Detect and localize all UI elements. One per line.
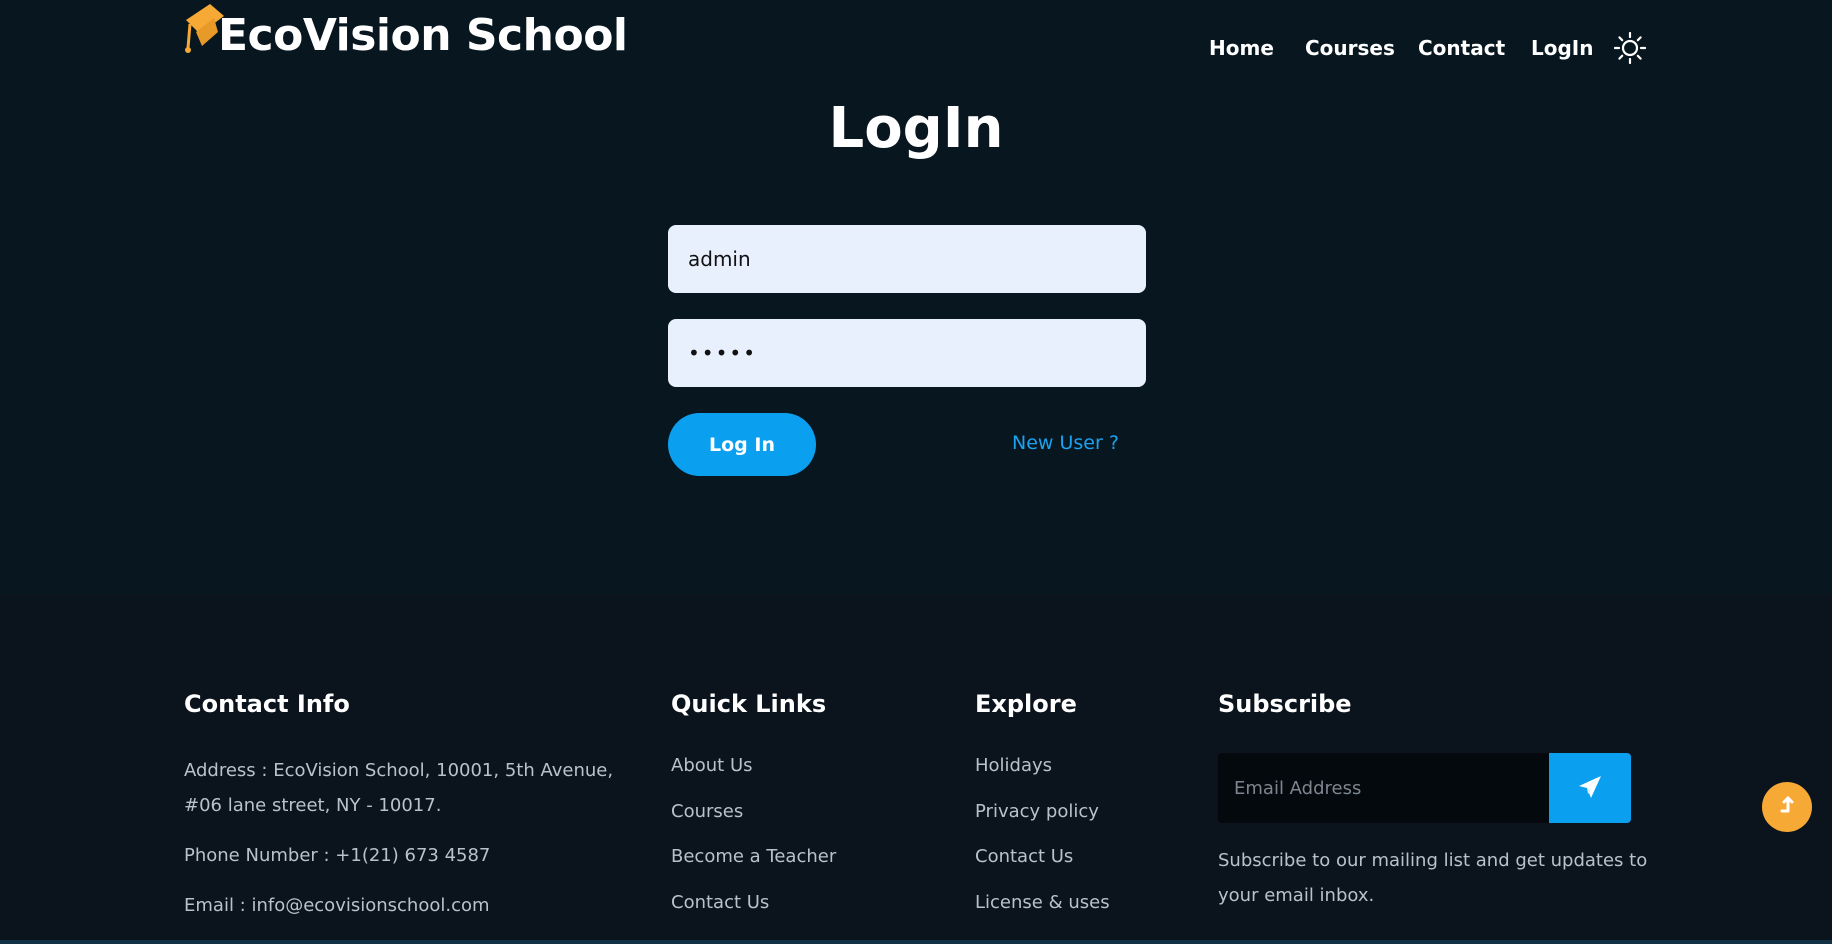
contact-phone: Phone Number : +1(21) 673 4587 [184, 845, 491, 866]
page-title: LogIn [828, 96, 1004, 161]
footer-link-courses[interactable]: Courses [671, 801, 743, 822]
login-button[interactable]: Log In [668, 413, 816, 476]
footer-link-license[interactable]: License & uses [975, 892, 1110, 913]
subscribe-send-button[interactable] [1549, 753, 1631, 823]
footer-link-become-teacher[interactable]: Become a Teacher [671, 846, 836, 867]
username-field[interactable] [668, 225, 1146, 293]
nav-courses[interactable]: Courses [1305, 36, 1395, 60]
contact-info-title: Contact Info [184, 690, 350, 718]
password-field[interactable] [668, 319, 1146, 387]
graduation-cap-icon [184, 2, 234, 60]
contact-address-line1: Address : EcoVision School, 10001, 5th A… [184, 760, 614, 781]
footer-link-holidays[interactable]: Holidays [975, 755, 1052, 776]
subscribe-title: Subscribe [1218, 690, 1352, 718]
arrow-up-icon [1776, 794, 1798, 820]
footer-link-privacy-policy[interactable]: Privacy policy [975, 801, 1099, 822]
scroll-to-top-button[interactable] [1762, 782, 1812, 832]
nav-home[interactable]: Home [1209, 36, 1274, 60]
contact-email: Email : info@ecovisionschool.com [184, 895, 490, 916]
brand-name: EcoVision School [218, 9, 628, 61]
nav-login[interactable]: LogIn [1531, 36, 1593, 60]
brand-logo[interactable]: EcoVision School [184, 2, 628, 68]
footer-link-about-us[interactable]: About Us [671, 755, 753, 776]
subscribe-email-input[interactable] [1218, 753, 1549, 823]
sun-icon[interactable] [1613, 31, 1647, 65]
footer-link-contact-us[interactable]: Contact Us [671, 892, 769, 913]
nav-contact[interactable]: Contact [1418, 36, 1505, 60]
contact-address-line2: #06 lane street, NY - 10017. [184, 795, 442, 816]
bottom-border [0, 940, 1832, 944]
paper-plane-icon [1578, 775, 1602, 802]
subscribe-text-line2: your email inbox. [1218, 885, 1375, 906]
explore-title: Explore [975, 690, 1077, 718]
page-top-section [0, 0, 1832, 594]
footer-link-contact-us-explore[interactable]: Contact Us [975, 846, 1073, 867]
quick-links-title: Quick Links [671, 690, 827, 718]
subscribe-text-line1: Subscribe to our mailing list and get up… [1218, 850, 1648, 871]
new-user-link[interactable]: New User ? [1012, 432, 1119, 454]
